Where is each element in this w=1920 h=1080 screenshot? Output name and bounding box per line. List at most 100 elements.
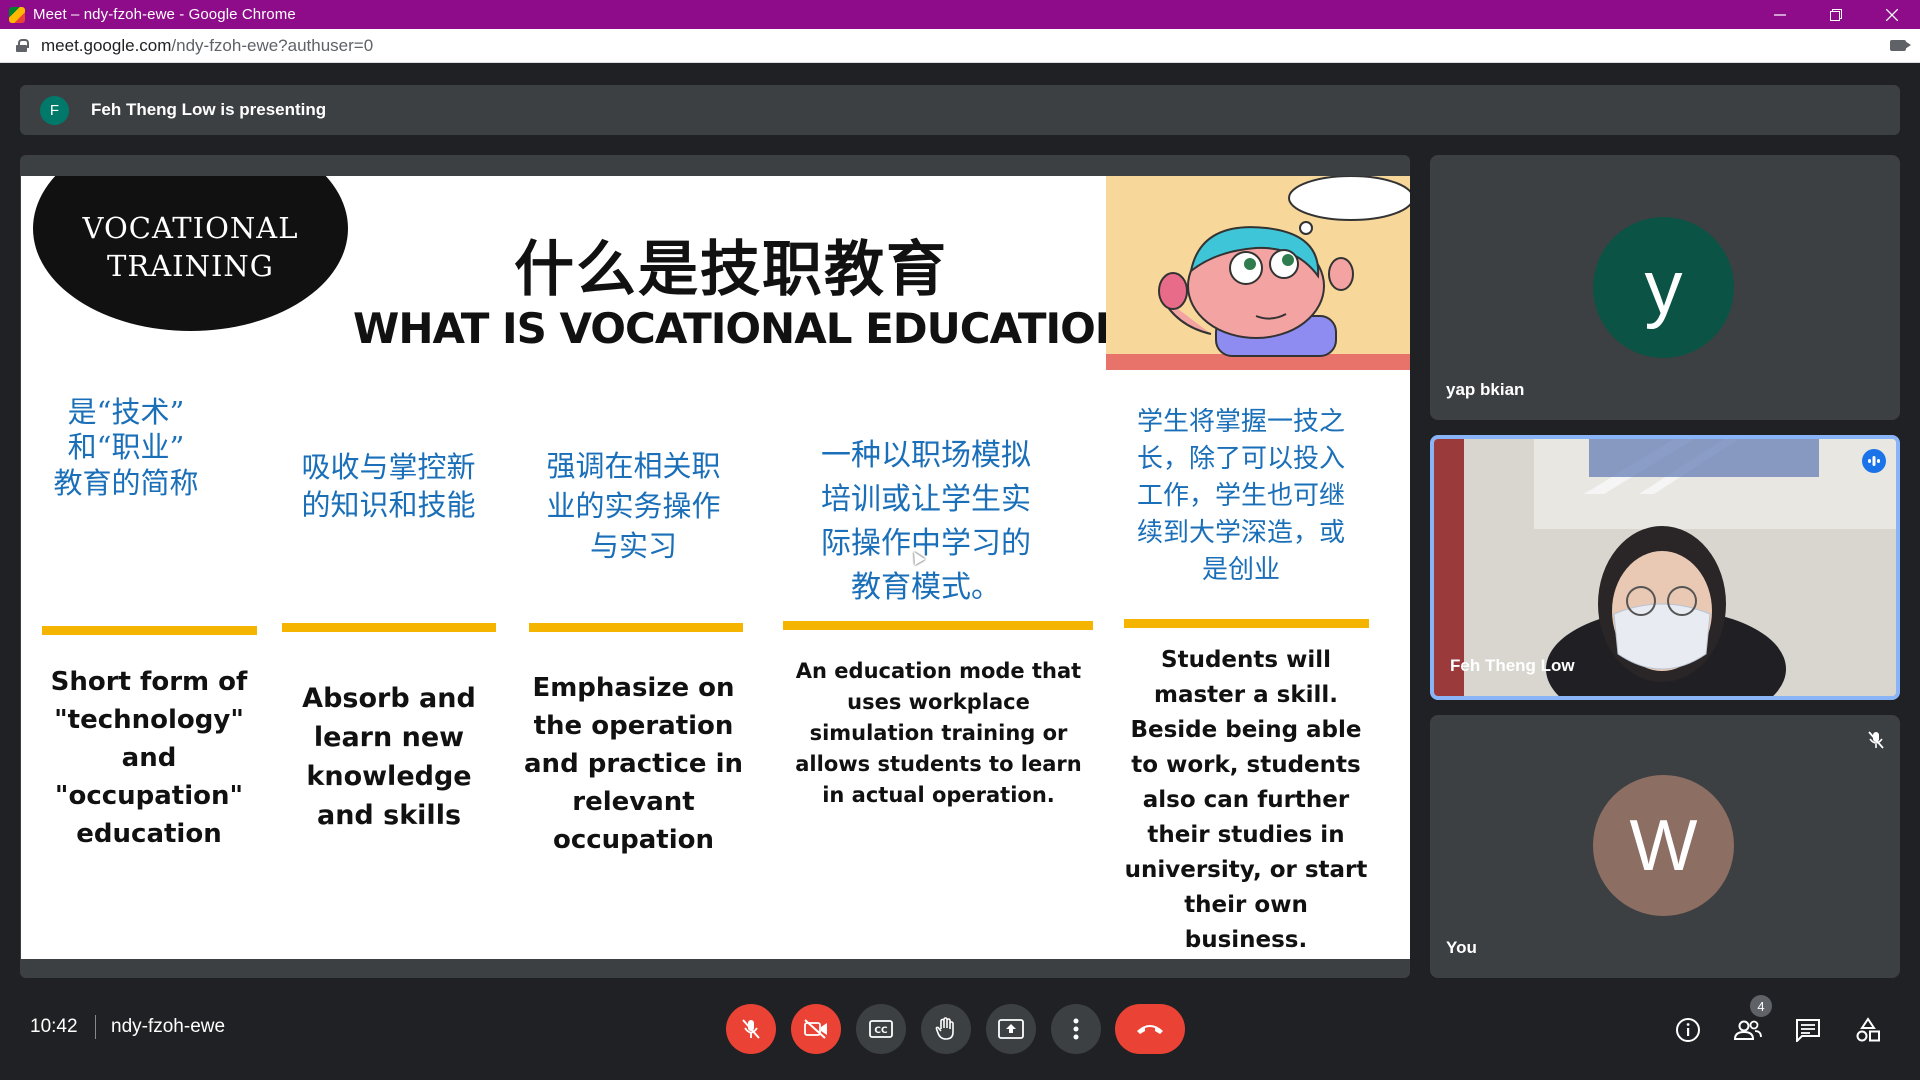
column-4-english: An education mode that uses workplace si… [781,656,1096,811]
column-1-divider [42,626,257,635]
minimize-icon [1774,13,1786,16]
chat-icon [1796,1019,1820,1042]
en-line: business. [1184,927,1308,953]
activities-shapes-icon [1856,1017,1880,1042]
en-line: their own [1184,892,1308,918]
close-icon [1886,8,1898,21]
zh-line: 业的实务操作 [546,489,721,523]
participant-name: You [1446,938,1477,957]
en-line: uses workplace [847,690,1030,714]
slide-title-chinese: 什么是技职教育 [514,235,948,305]
en-line: also can further [1142,787,1350,813]
en-line: university, or start [1124,857,1368,883]
en-line: occupation [552,825,715,855]
slide-title-english: WHAT IS VOCATIONAL EDUCATION [353,304,1130,353]
present-screen-icon [998,1019,1024,1039]
column-2-divider [282,623,496,632]
zh-line: 强调在相关职 [546,449,721,483]
close-button[interactable] [1864,0,1920,29]
zh-line: 际操作中学习的 [821,526,1031,561]
en-line: Students will [1161,647,1331,673]
en-line: Short form of [50,667,248,697]
en-line: knowledge [306,761,472,792]
url-host: meet.google.com [41,35,172,55]
en-line: and skills [316,800,462,831]
participant-name: Feh Theng Low [1450,656,1575,675]
chat-button[interactable] [1790,1012,1826,1048]
zh-line: 培训或让学生实 [821,482,1031,517]
en-line: An education mode that [795,659,1082,683]
en-line: Emphasize on [532,673,735,703]
participant-avatar: y [1593,217,1734,358]
zh-line: 工作，学生也可继 [1136,481,1345,511]
zh-line: 与实习 [589,529,677,563]
column-1-chinese: 是“技术” 和“职业” 教育的简称 [41,395,211,501]
presenting-text: Feh Theng Low is presenting [91,100,327,119]
raise-hand-icon [935,1017,954,1040]
zh-line: 教育模式。 [851,570,1001,605]
window-title: Meet – ndy-fzoh-ewe - Google Chrome [33,6,296,23]
zh-line: 是创业 [1201,555,1280,585]
zh-line: 的知识和技能 [301,488,476,522]
minimize-button[interactable] [1752,0,1808,29]
camera-in-use-icon[interactable] [1890,40,1911,51]
en-line: learn new [313,722,465,753]
column-2-chinese: 吸收与掌控新 的知识和技能 [276,448,501,524]
presenting-banner: F Feh Theng Low is presenting [20,85,1900,135]
column-4-chinese: 一种以职场模拟 培训或让学生实 际操作中学习的 教育模式。 [786,434,1066,610]
more-options-button[interactable] [1051,1004,1101,1054]
presenter-avatar: F [40,95,69,125]
column-1-english: Short form of "technology" and "occupati… [31,663,267,853]
hang-up-icon [1137,1025,1163,1034]
column-5-chinese: 学生将掌握一技之 长，除了可以投入 工作，学生也可继 续到大学深造，或 是创业 [1111,404,1371,589]
en-line: in actual operation. [822,783,1055,807]
presentation-slide: VOCATIONAL TRAINING 什么是技职教育 WHAT IS VOCA… [21,176,1410,959]
participant-count-badge: 4 [1750,995,1772,1017]
restore-button[interactable] [1808,0,1864,29]
speaking-indicator-icon [1862,449,1886,473]
thinking-boy-illustration [1106,176,1410,370]
participant-tile-yap-bkian[interactable]: y yap bkian [1430,155,1900,420]
en-line: to work, students [1131,752,1361,778]
activities-button[interactable] [1850,1012,1886,1048]
zh-line: 吸收与掌控新 [301,450,476,484]
column-3-english: Emphasize on the operation and practice … [511,669,756,859]
zh-line: 和“职业” [67,430,185,465]
participant-tile-feh-theng-low[interactable]: Feh Theng Low [1430,435,1900,700]
lock-icon[interactable] [16,39,29,52]
meeting-code[interactable]: ndy-fzoh-ewe [111,1016,225,1038]
captions-button[interactable]: CC [856,1004,906,1054]
participant-name: yap bkian [1446,380,1525,399]
en-line: "occupation" [54,781,244,811]
leave-call-button[interactable] [1115,1004,1185,1054]
en-line: Beside being able [1130,717,1362,743]
column-5-divider [1124,619,1369,628]
meeting-details-button[interactable] [1670,1012,1706,1048]
participants-button[interactable] [1730,1012,1766,1048]
column-2-english: Absorb and learn new knowledge and skill… [276,679,502,835]
en-line: and [121,743,177,773]
people-icon [1733,1020,1762,1040]
address-bar[interactable]: meet.google.com/ndy-fzoh-ewe?authuser=0 [0,29,1920,63]
en-line: master a skill. [1153,682,1339,708]
participant-tile-you[interactable]: W You [1430,715,1900,978]
column-4-divider [783,621,1093,630]
zh-line: 续到大学深造，或 [1136,518,1345,548]
zh-line: 长，除了可以投入 [1136,444,1345,474]
mic-off-icon [742,1019,760,1039]
en-line: relevant [572,787,695,817]
microphone-toggle-button[interactable] [726,1004,776,1054]
zh-line: 是“技术” [67,395,185,429]
camera-off-icon [804,1019,827,1039]
column-3-divider [529,623,743,632]
en-line: simulation training or [809,721,1068,745]
zh-line: 一种以职场模拟 [821,438,1031,473]
en-line: "technology" [54,705,244,735]
present-now-button[interactable] [986,1004,1036,1054]
url-text[interactable]: meet.google.com/ndy-fzoh-ewe?authuser=0 [41,36,373,56]
browser-title-bar: Meet – ndy-fzoh-ewe - Google Chrome [0,0,1920,29]
raise-hand-button[interactable] [921,1004,971,1054]
column-5-english: Students will master a skill. Beside bei… [1106,643,1386,958]
camera-toggle-button[interactable] [791,1004,841,1054]
restore-icon [1830,8,1842,21]
